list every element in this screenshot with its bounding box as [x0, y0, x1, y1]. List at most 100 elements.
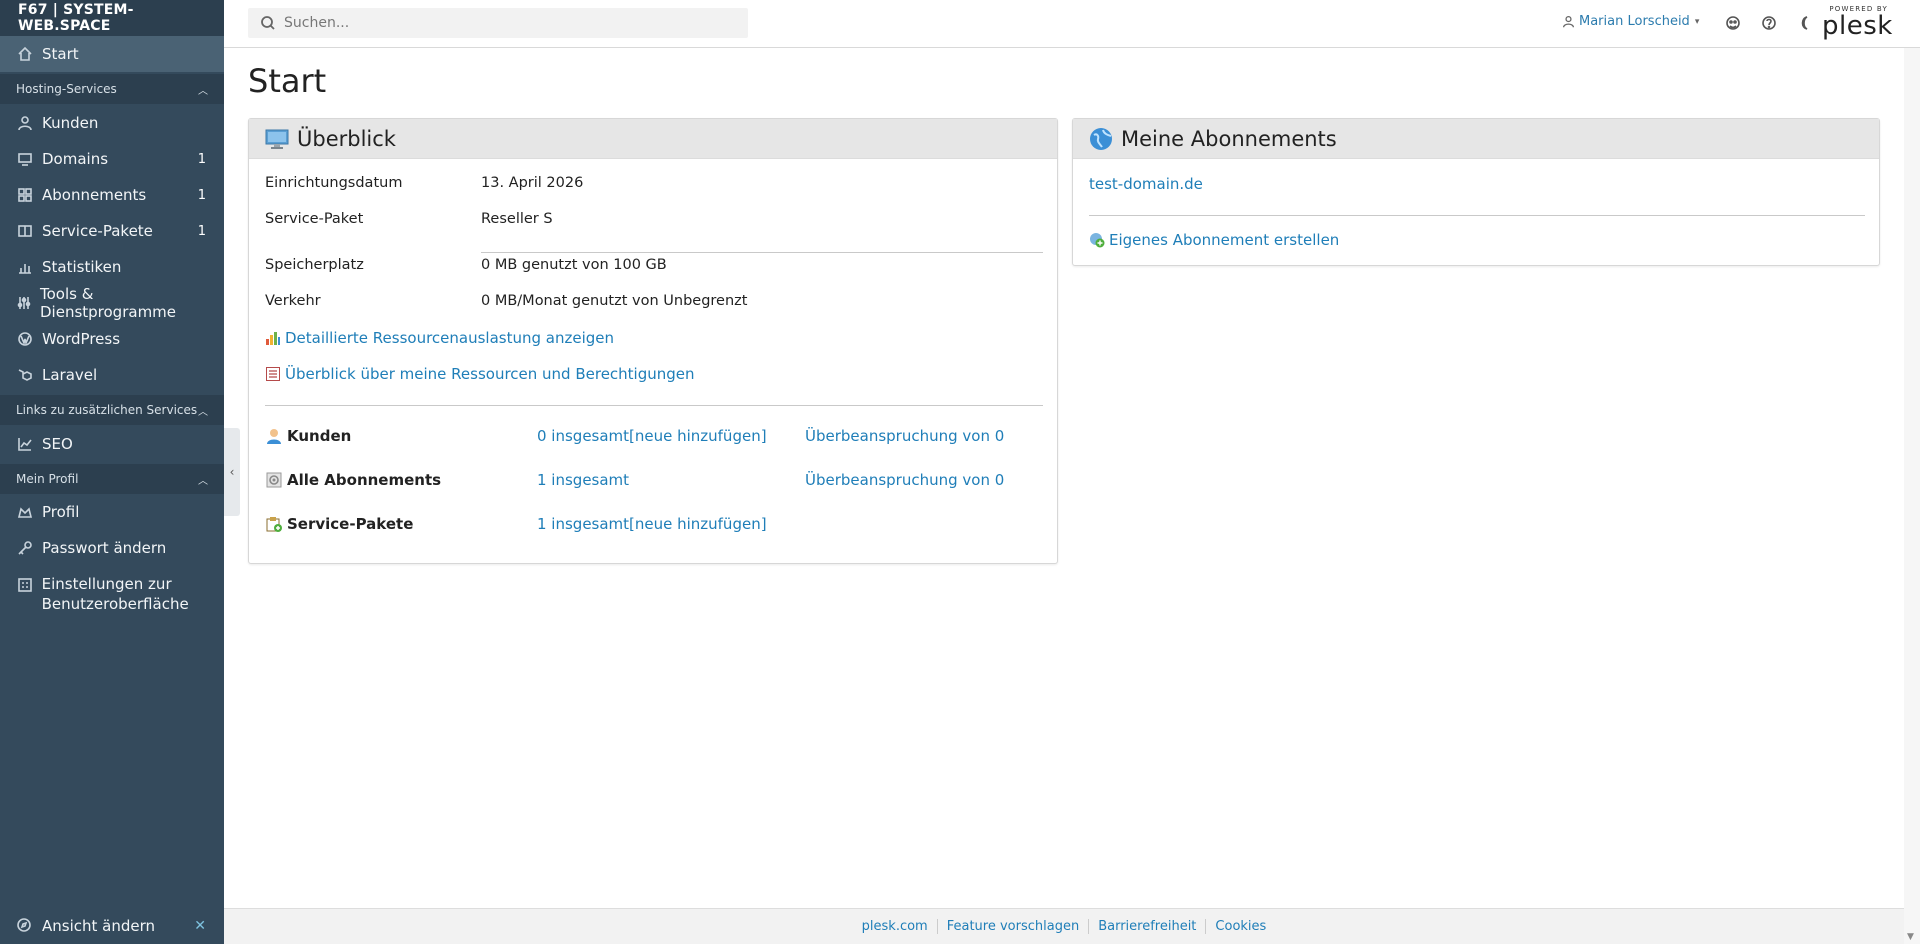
stat-label: Kunden: [265, 427, 351, 445]
sidebar-item-label: Abonnements: [42, 186, 147, 204]
sidebar-item-label: Service-Pakete: [42, 222, 153, 240]
permissions-link[interactable]: Überblick über meine Ressourcen und Bere…: [265, 365, 695, 383]
book-icon: [16, 222, 34, 240]
divider: [481, 252, 1043, 253]
user-menu[interactable]: Marian Lorscheid ▾: [1562, 14, 1699, 29]
sidebar-item-domains[interactable]: Domains 1: [0, 141, 224, 177]
stat-total-link[interactable]: 1 insgesamt: [537, 515, 629, 533]
footer-link-feature[interactable]: Feature vorschlagen: [936, 919, 1088, 934]
settings-panel-icon: [16, 576, 34, 594]
monitor-icon: [16, 150, 34, 168]
stat-label: Service-Pakete: [265, 515, 413, 533]
section-mein-profil[interactable]: Mein Profil ︿: [0, 464, 224, 494]
sidebar-item-wordpress[interactable]: WordPress: [0, 321, 224, 357]
footer: plesk.com Feature vorschlagen Barrierefr…: [224, 908, 1904, 944]
sidebar-item-label: WordPress: [42, 330, 121, 348]
key-icon: [16, 539, 34, 557]
search-box[interactable]: [248, 8, 748, 38]
chevron-down-icon: ▾: [1694, 16, 1700, 27]
wordpress-icon: [16, 330, 34, 348]
stat-label-text: Alle Abonnements: [287, 471, 442, 489]
stat-total-link[interactable]: 1 insgesamt: [537, 471, 629, 489]
sidebar-item-seo[interactable]: SEO: [0, 426, 224, 462]
stat-label-text: Kunden: [287, 427, 352, 445]
dark-mode-icon[interactable]: [1796, 14, 1814, 32]
row-value: 0 MB genutzt von 100 GB: [481, 257, 667, 273]
sidebar-item-label: Passwort ändern: [42, 539, 167, 557]
sidebar-item-tools[interactable]: Tools & Dienstprogramme: [0, 285, 224, 321]
page-title: Start: [248, 62, 327, 100]
add-globe-icon: [1089, 232, 1105, 248]
section-hosting-services[interactable]: Hosting-Services ︿: [0, 74, 224, 104]
sidebar-item-label: Profil: [42, 503, 80, 521]
scrollbar[interactable]: ▼: [1904, 48, 1920, 944]
search-icon: [261, 16, 275, 30]
section-label: Hosting-Services: [16, 82, 117, 96]
sidebar-item-kunden[interactable]: Kunden: [0, 105, 224, 141]
row-key: Service-Paket: [265, 211, 364, 227]
sidebar-item-passwort[interactable]: Passwort ändern: [0, 530, 224, 566]
resource-chart-icon: [265, 330, 281, 346]
chevron-up-icon: ︿: [198, 85, 208, 97]
stat-row-service-pakete: Service-Pakete 1 insgesamt [neue hinzufü…: [265, 515, 1045, 537]
divider: [1089, 215, 1865, 216]
footer-link-accessibility[interactable]: Barrierefreiheit: [1088, 919, 1205, 934]
section-links-services[interactable]: Links zu zusätzlichen Services ︿: [0, 395, 224, 425]
subscriptions-title: Meine Abonnements: [1121, 126, 1337, 151]
sidebar-item-label: Tools & Dienstprogramme: [40, 285, 177, 321]
add-new-link[interactable]: [neue hinzufügen]: [629, 515, 767, 533]
sidebar-item-einstellungen[interactable]: Einstellungen zur Benutzeroberfläche: [0, 568, 224, 620]
sidebar-item-laravel[interactable]: Laravel: [0, 357, 224, 393]
row-value: 0 MB/Monat genutzt von Unbegrenzt: [481, 293, 748, 309]
resource-usage-link-text: Detaillierte Ressourcenauslastung anzeig…: [285, 329, 615, 347]
section-label: Links zu zusätzlichen Services: [16, 403, 198, 417]
grid-icon: [16, 186, 34, 204]
laravel-icon: [16, 366, 34, 384]
create-subscription-link[interactable]: Eigenes Abonnement erstellen: [1089, 231, 1339, 249]
stat-total-link[interactable]: 0 insgesamt: [537, 427, 629, 445]
chevron-up-icon: ︿: [198, 475, 208, 487]
close-icon[interactable]: ✕: [194, 918, 206, 934]
help-icon[interactable]: [1760, 14, 1778, 32]
row-key: Einrichtungsdatum: [265, 175, 403, 191]
sidebar-item-start[interactable]: Start: [0, 36, 224, 72]
sidebar-item-label: Laravel: [42, 366, 98, 384]
item-count: 1: [197, 223, 206, 239]
sidebar-item-profil[interactable]: Profil: [0, 494, 224, 530]
sidebar-item-service-pakete[interactable]: Service-Pakete 1: [0, 213, 224, 249]
plesk-logo[interactable]: POWERED BY plesk: [1822, 5, 1892, 43]
user-name: Marian Lorscheid: [1579, 14, 1690, 29]
domain-link[interactable]: test-domain.de: [1089, 175, 1203, 193]
subscriptions-card: Meine Abonnements test-domain.de Eigenes…: [1072, 118, 1880, 266]
sidebar-item-statistiken[interactable]: Statistiken: [0, 249, 224, 285]
add-new-link[interactable]: [neue hinzufügen]: [629, 427, 767, 445]
footer-link-cookies[interactable]: Cookies: [1205, 919, 1275, 934]
sidebar-item-label: Kunden: [42, 114, 99, 132]
row-value: Reseller S: [481, 211, 553, 227]
sliders-icon: [16, 294, 32, 312]
sidebar-item-label: Einstellungen zur Benutzeroberfläche: [41, 575, 189, 613]
stat-label-text: Service-Pakete: [287, 515, 414, 533]
chevron-up-icon: ︿: [198, 406, 208, 418]
overview-card: Überblick Einrichtungsdatum 13. April 20…: [248, 118, 1058, 564]
globe-icon: [1089, 127, 1113, 151]
stat-row-kunden: Kunden 0 insgesamt [neue hinzufügen] Übe…: [265, 427, 1045, 449]
user-icon: [16, 114, 34, 132]
package-icon: [265, 515, 283, 533]
footer-link-plesk[interactable]: plesk.com: [853, 919, 937, 934]
main-content: Start Überblick Einrichtungsdatum 13. Ap…: [224, 48, 1904, 908]
change-view-button[interactable]: Ansicht ändern ✕: [0, 908, 224, 944]
change-view-label: Ansicht ändern: [42, 917, 156, 935]
community-icon[interactable]: [1724, 14, 1742, 32]
resource-usage-link[interactable]: Detaillierte Ressourcenauslastung anzeig…: [265, 329, 614, 347]
scroll-down-icon[interactable]: ▼: [1907, 932, 1914, 942]
overuse-link[interactable]: Überbeanspruchung von 0: [805, 471, 1004, 489]
divider: [265, 405, 1043, 406]
brand-title[interactable]: F67 | SYSTEM-WEB.SPACE: [0, 0, 224, 36]
search-input[interactable]: [284, 15, 724, 31]
sidebar-item-abonnements[interactable]: Abonnements 1: [0, 177, 224, 213]
overuse-link[interactable]: Überbeanspruchung von 0: [805, 427, 1004, 445]
item-count: 1: [197, 187, 206, 203]
user-icon: [1562, 15, 1575, 28]
subscription-gear-icon: [265, 471, 283, 489]
